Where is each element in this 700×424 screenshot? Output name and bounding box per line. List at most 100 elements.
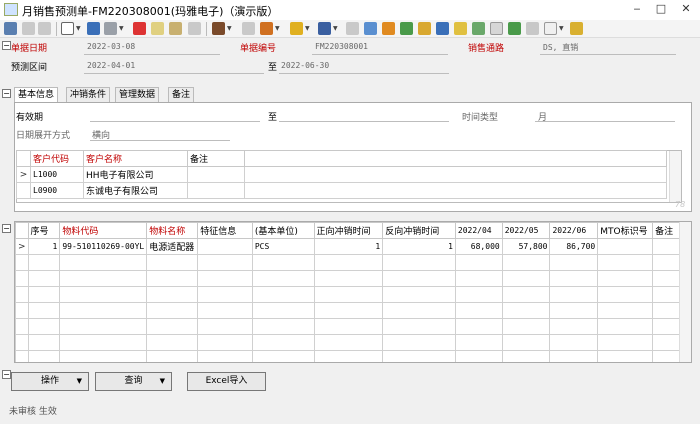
delete-icon[interactable] — [133, 22, 146, 35]
note-header[interactable]: 备注 — [652, 222, 683, 239]
table-row[interactable]: > 1 99-510110269-00YL 电源适配器 PCS 1 1 68,0… — [15, 238, 691, 255]
copy-icon[interactable] — [151, 22, 164, 35]
refresh-icon[interactable] — [400, 22, 413, 35]
channel-field[interactable]: DS, 直销 — [543, 42, 578, 53]
period-to-label: 至 — [268, 63, 278, 73]
customer-code-cell[interactable]: L1000 — [30, 166, 84, 183]
material-code-cell[interactable]: 99-510110269-00YL — [59, 238, 148, 255]
customer-note-header[interactable]: 备注 — [187, 150, 245, 167]
month-2-header[interactable]: 2022/05 — [501, 222, 551, 239]
customer-code-header[interactable]: 客户代码 — [30, 150, 84, 167]
save-icon[interactable] — [104, 22, 117, 35]
seq-header[interactable]: 序号 — [27, 222, 61, 239]
detail-scrollbar[interactable] — [679, 222, 691, 362]
excel-import-button[interactable]: Excel导入 — [187, 372, 266, 391]
valid-from-field[interactable] — [90, 121, 260, 122]
channel-label: 销售通路 — [468, 44, 505, 54]
print-preview-icon[interactable] — [4, 22, 17, 35]
customer-scrollbar[interactable] — [669, 151, 681, 202]
material-name-cell[interactable]: 电源适配器 — [146, 238, 199, 255]
excel-icon[interactable] — [508, 22, 521, 35]
customer-name-cell[interactable]: HH电子有限公司 — [83, 166, 188, 183]
material-code-header[interactable]: 物料代码 — [59, 222, 148, 239]
print-icon[interactable] — [318, 22, 331, 35]
note-cell[interactable] — [652, 238, 683, 255]
detail-collapse-toggle[interactable]: − — [2, 224, 11, 233]
table-row[interactable]: L0900 东诚电子有限公司 — [16, 182, 667, 199]
forward-writeoff-header[interactable]: 正向冲销时间 — [313, 222, 384, 239]
paste-icon[interactable] — [169, 22, 182, 35]
report-icon[interactable] — [472, 22, 485, 35]
customer-note-cell[interactable] — [187, 182, 245, 199]
forward-icon[interactable] — [38, 22, 51, 35]
operate-button[interactable]: 操作 ▼ — [11, 372, 89, 391]
month-2-cell[interactable]: 57,800 — [501, 238, 551, 255]
exit-icon[interactable] — [570, 22, 583, 35]
valid-to-label: 至 — [268, 113, 278, 123]
message-icon[interactable] — [544, 22, 557, 35]
chevron-down-icon[interactable]: ▼ — [559, 25, 564, 32]
bill-date-field[interactable]: 2022-03-08 — [87, 42, 135, 51]
header-collapse-toggle[interactable]: − — [2, 41, 11, 50]
period-from-field[interactable]: 2022-04-01 — [87, 61, 135, 70]
base-unit-header[interactable]: (基本单位) — [251, 222, 315, 239]
find-icon[interactable] — [346, 22, 359, 35]
customer-name-cell[interactable]: 东诚电子有限公司 — [83, 182, 188, 199]
valid-to-field[interactable] — [279, 121, 449, 122]
tab-basic-info[interactable]: 基本信息 — [14, 87, 59, 103]
chevron-down-icon[interactable]: ▼ — [227, 25, 232, 32]
minimize-button[interactable]: ‒ — [629, 2, 645, 16]
close-button[interactable]: ✕ — [678, 2, 694, 16]
table-row[interactable]: > L1000 HH电子有限公司 — [16, 166, 667, 183]
maximize-button[interactable]: □ — [653, 2, 669, 16]
chevron-down-icon[interactable]: ▼ — [305, 25, 310, 32]
audit-icon[interactable] — [212, 22, 225, 35]
month-3-cell[interactable]: 86,700 — [549, 238, 599, 255]
chevron-down-icon[interactable]: ▼ — [76, 25, 81, 32]
locate-icon[interactable] — [364, 22, 377, 35]
attach-icon[interactable] — [188, 22, 201, 35]
query-button[interactable]: 查询 ▼ — [95, 372, 172, 391]
tab-writeoff-conditions[interactable]: 冲销条件 — [66, 87, 111, 102]
chevron-down-icon[interactable]: ▼ — [275, 25, 280, 32]
customer-code-cell[interactable]: L0900 — [30, 182, 84, 199]
chevron-down-icon[interactable]: ▼ — [333, 25, 338, 32]
status-text: 未审核 生效 — [9, 407, 57, 417]
reverse-writeoff-cell[interactable]: 1 — [382, 238, 456, 255]
footer-collapse-toggle[interactable]: − — [2, 370, 11, 379]
chevron-down-icon[interactable]: ▼ — [119, 25, 124, 32]
close-bill-icon[interactable] — [260, 22, 273, 35]
back-icon[interactable] — [22, 22, 35, 35]
mto-header[interactable]: MTO标识号 — [597, 222, 654, 239]
link-icon[interactable] — [436, 22, 449, 35]
unaudit-icon[interactable] — [242, 22, 255, 35]
lock-icon[interactable] — [418, 22, 431, 35]
customer-note-cell[interactable] — [187, 166, 245, 183]
note-icon[interactable] — [490, 22, 503, 35]
new-document-icon[interactable] — [61, 22, 74, 35]
forward-writeoff-cell[interactable]: 1 — [313, 238, 384, 255]
month-3-header[interactable]: 2022/06 — [549, 222, 599, 239]
tab-remarks[interactable]: 备注 — [168, 87, 195, 102]
edit-icon[interactable] — [87, 22, 100, 35]
material-name-header[interactable]: 物料名称 — [146, 222, 199, 239]
folder-icon[interactable] — [454, 22, 467, 35]
unit-cell[interactable]: PCS — [251, 238, 315, 255]
detail-table: 序号 物料代码 物料名称 特征信息 (基本单位) 正向冲销时间 反向冲销时间 2… — [15, 222, 691, 362]
feature-cell[interactable] — [197, 238, 253, 255]
customer-name-header[interactable]: 客户名称 — [83, 150, 188, 167]
period-to-field[interactable]: 2022-06-30 — [281, 61, 329, 70]
reverse-writeoff-header[interactable]: 反向冲销时间 — [382, 222, 456, 239]
empty-row — [15, 254, 691, 271]
mto-cell[interactable] — [597, 238, 654, 255]
tabs-collapse-toggle[interactable]: − — [2, 89, 11, 98]
tab-management-data[interactable]: 管理数据 — [115, 87, 160, 102]
tools-icon[interactable] — [290, 22, 303, 35]
feature-header[interactable]: 特征信息 — [197, 222, 253, 239]
month-1-cell[interactable]: 68,000 — [454, 238, 503, 255]
bill-no-field[interactable]: FM220308001 — [315, 42, 368, 51]
transfer-icon[interactable] — [382, 22, 395, 35]
seq-cell[interactable]: 1 — [27, 238, 61, 255]
mail-icon[interactable] — [526, 22, 539, 35]
month-1-header[interactable]: 2022/04 — [454, 222, 503, 239]
